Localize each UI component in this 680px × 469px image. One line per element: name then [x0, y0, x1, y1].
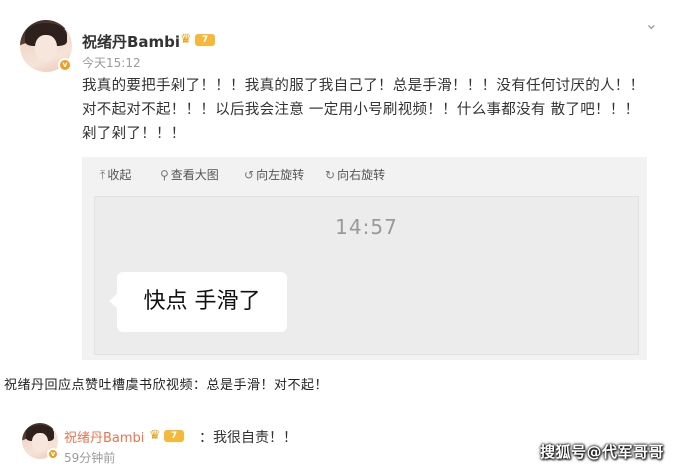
verified-badge-icon: v: [47, 448, 59, 460]
post-timestamp[interactable]: 今天15:12: [82, 54, 141, 71]
reply-username[interactable]: 祝绪丹Bambi: [64, 427, 144, 446]
rotate-left-button[interactable]: ↺ 向左旋转: [244, 166, 304, 183]
media-viewer: ⤒ 收起 ⚲ 查看大图 ↺ 向左旋转 ↻ 向右旋转 14:57 快点 手滑了: [82, 157, 647, 360]
verified-badge-icon: v: [58, 58, 72, 72]
chevron-down-icon[interactable]: ⌄: [645, 14, 658, 33]
rotate-right-icon: ↻: [325, 168, 336, 182]
vip-level-badge: ♛ 7: [180, 33, 216, 47]
rotate-right-button[interactable]: ↻ 向右旋转: [325, 166, 385, 183]
collapse-icon: ⤒: [100, 168, 106, 182]
chat-screenshot-image: 14:57 快点 手滑了: [94, 196, 639, 355]
media-toolbar: ⤒ 收起 ⚲ 查看大图 ↺ 向左旋转 ↻ 向右旋转: [82, 157, 647, 193]
vip-level-badge: ♛ 7: [149, 429, 185, 443]
rotate-left-icon: ↺: [244, 168, 255, 182]
reply-item: v 祝绪丹Bambi ♛ 7 ：我很自责！！ 59分钟前 搜狐号@代军哥哥: [0, 405, 680, 469]
watermark: 搜狐号@代军哥哥: [539, 443, 664, 461]
search-icon: ⚲: [160, 168, 169, 182]
crown-icon: ♛: [149, 428, 161, 443]
view-large-button[interactable]: ⚲ 查看大图: [160, 166, 219, 183]
post-text: 我真的要把手剁了！！！我真的服了我自己了！总是手滑！！！没有任何讨厌的人！！对不…: [82, 78, 645, 142]
collapse-button[interactable]: ⤒ 收起: [100, 166, 131, 183]
username[interactable]: 祝绪丹Bambi: [82, 31, 180, 52]
crown-icon: ♛: [180, 32, 192, 47]
chat-bubble: 快点 手滑了: [109, 272, 287, 332]
reply-timestamp: 59分钟前: [64, 451, 116, 465]
article-caption: 祝绪丹回应点赞吐槽虞书欣视频：总是手滑！对不起！: [4, 378, 329, 393]
chat-time: 14:57: [335, 215, 398, 239]
weibo-post: v 祝绪丹Bambi ♛ 7 今天15:12 ⌄ 我真的要把手剁了！！！我真的服…: [0, 0, 680, 362]
reply-text: ：我很自责！！: [199, 430, 297, 446]
